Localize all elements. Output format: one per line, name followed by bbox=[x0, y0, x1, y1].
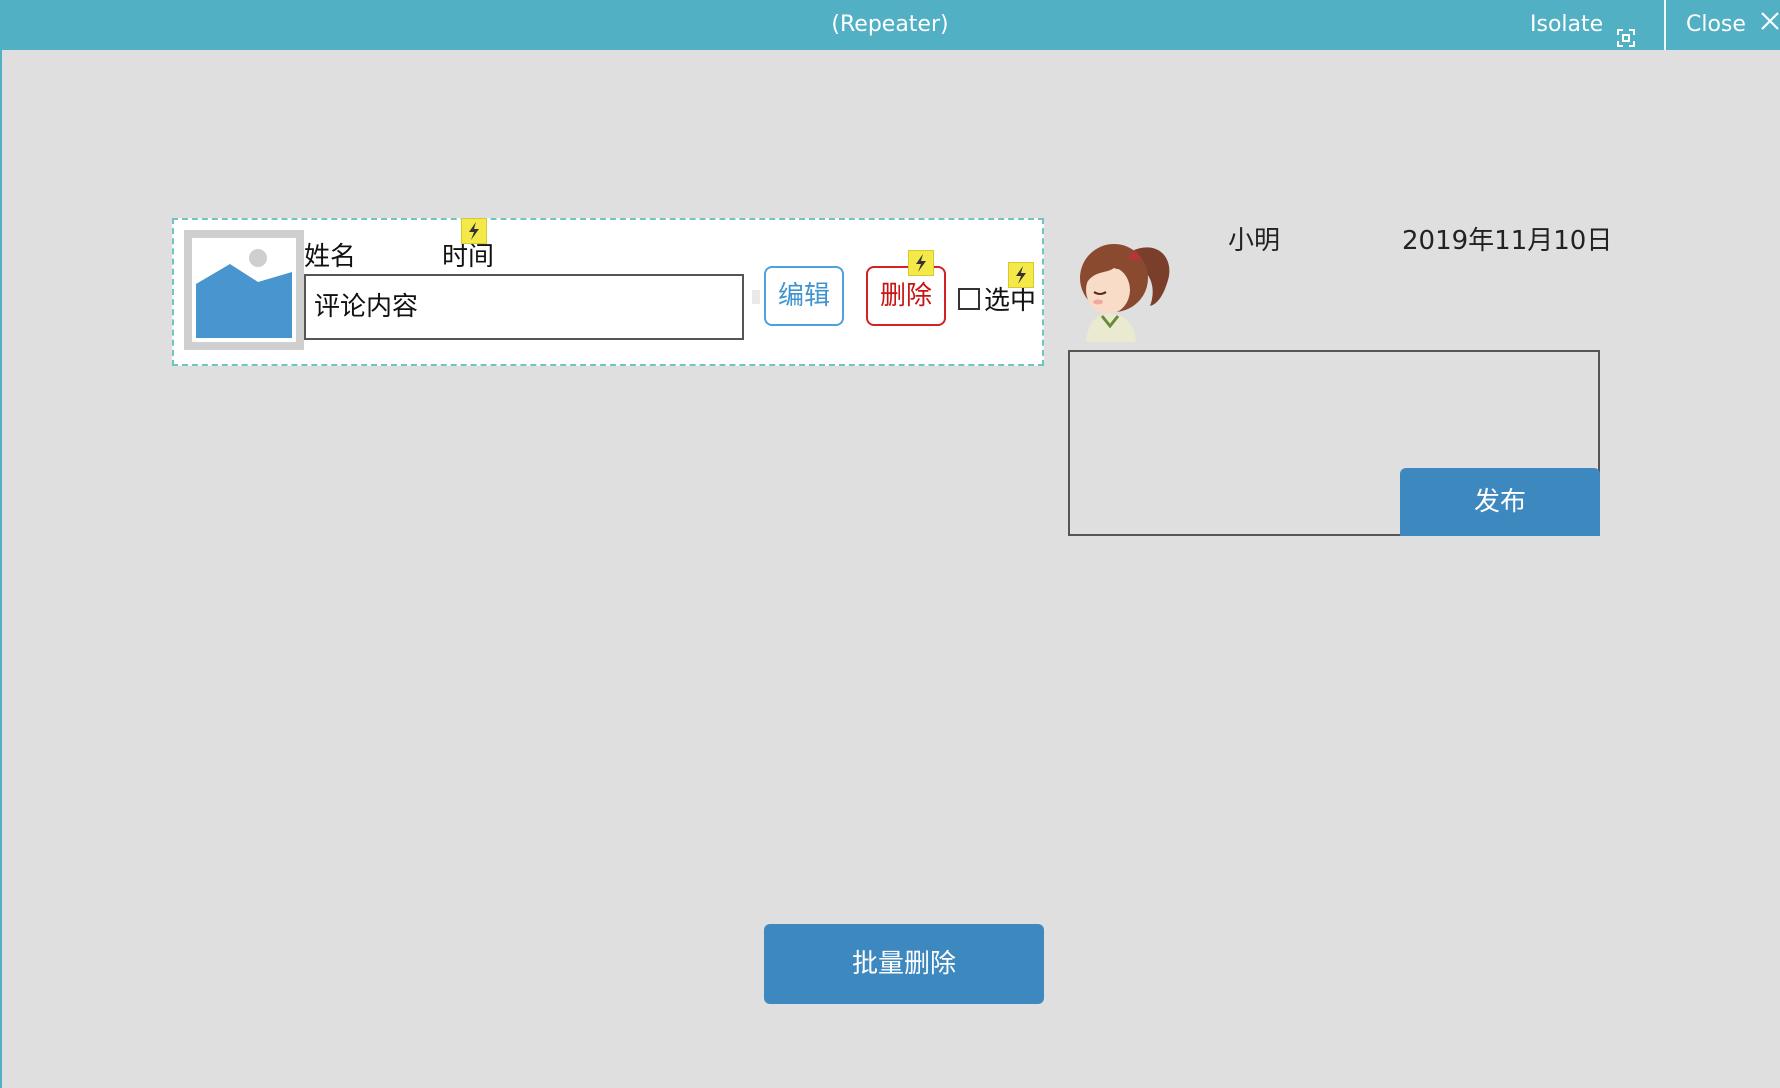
titlebar-divider bbox=[1664, 0, 1666, 50]
delete-button[interactable]: 删除 bbox=[866, 266, 946, 326]
user-name: 小明 bbox=[1228, 226, 1281, 256]
resize-handle bbox=[752, 290, 760, 304]
repeater-title-bar: (Repeater) Isolate Close bbox=[0, 0, 1780, 50]
image-placeholder-icon[interactable] bbox=[184, 230, 304, 350]
isolate-icon bbox=[1617, 16, 1636, 47]
user-avatar bbox=[1064, 234, 1176, 342]
close-label: Close bbox=[1686, 12, 1746, 37]
checkbox-box[interactable] bbox=[958, 287, 980, 310]
close-icon bbox=[1760, 0, 1780, 50]
lightning-icon[interactable] bbox=[1008, 262, 1034, 288]
canvas-edge bbox=[0, 50, 2, 1088]
repeater-item[interactable]: 姓名 时间 评论内容 编辑 删除 选中 bbox=[172, 218, 1044, 366]
window-title: (Repeater) bbox=[831, 12, 949, 37]
publish-button[interactable]: 发布 bbox=[1400, 468, 1600, 536]
isolate-button[interactable]: Isolate bbox=[1530, 0, 1636, 50]
post-date: 2019年11月10日 bbox=[1402, 226, 1613, 256]
commenter-name-label: 姓名 bbox=[304, 242, 357, 272]
comment-content-field[interactable]: 评论内容 bbox=[304, 274, 744, 340]
edit-button[interactable]: 编辑 bbox=[764, 266, 844, 326]
close-button[interactable]: Close bbox=[1686, 0, 1780, 50]
isolate-label: Isolate bbox=[1530, 12, 1604, 37]
lightning-icon[interactable] bbox=[461, 218, 487, 244]
lightning-icon[interactable] bbox=[908, 250, 934, 276]
batch-delete-button[interactable]: 批量删除 bbox=[764, 924, 1044, 1004]
